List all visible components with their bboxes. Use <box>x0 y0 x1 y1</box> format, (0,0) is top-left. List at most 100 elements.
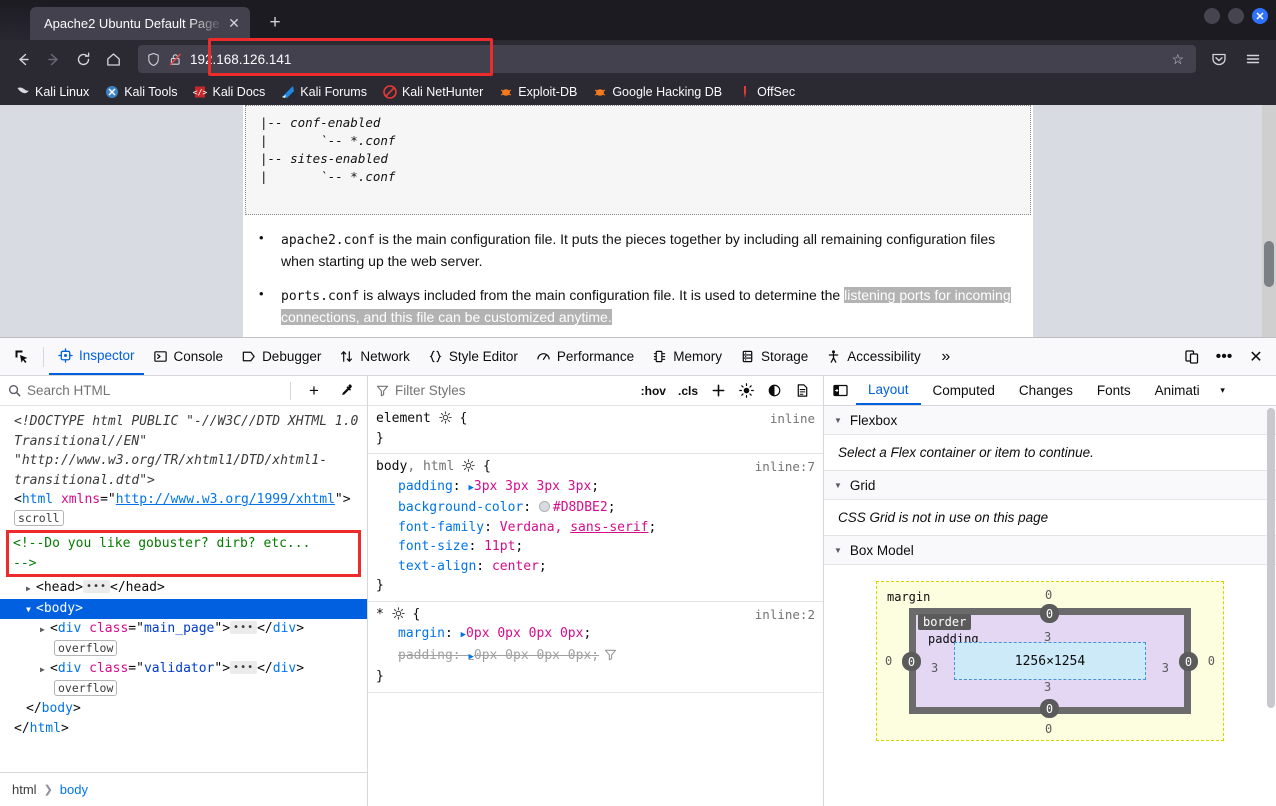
attr-value[interactable]: validator <box>144 661 214 676</box>
breadcrumb-item-body[interactable]: body <box>60 782 88 797</box>
devtools-overflow-button[interactable]: » <box>930 342 962 372</box>
property-name[interactable]: padding <box>398 479 453 494</box>
eyedropper-icon[interactable] <box>333 379 359 403</box>
expand-twisty-icon[interactable]: ▶ <box>40 620 50 640</box>
layout-tabs-overflow-icon[interactable]: ▾ <box>1212 376 1234 405</box>
dom-tree[interactable]: <!DOCTYPE html PUBLIC "-//W3C//DTD XHTML… <box>0 406 367 772</box>
rule-selector[interactable]: element <box>376 411 431 426</box>
box-model-content-region[interactable]: 1256×1254 <box>954 642 1146 680</box>
child-node-main-page[interactable]: ▶ <div class="main_page"> ••• </div> <box>0 619 367 640</box>
declaration[interactable]: background-color: #D8DBE2; <box>376 498 815 518</box>
property-value[interactable]: center <box>492 559 539 574</box>
bookmark-kali-forums[interactable]: Kali Forums <box>275 83 373 101</box>
border-left-value[interactable]: 0 <box>902 652 921 671</box>
overflow-badge[interactable]: overflow <box>54 679 118 696</box>
collapsed-children-ellipsis[interactable]: ••• <box>230 621 258 634</box>
content-size-label[interactable]: 1256×1254 <box>1015 654 1085 669</box>
margin-left-value[interactable]: 0 <box>885 654 892 668</box>
bookmark-kali-docs[interactable]: </> Kali Docs <box>187 83 271 101</box>
close-tab-icon[interactable]: ✕ <box>224 14 244 34</box>
rule-block-body-html[interactable]: inline:7 body, html { padding: ▶3px 3px … <box>368 454 823 602</box>
devtools-settings-menu-button[interactable]: ••• <box>1208 342 1240 372</box>
box-model-margin-region[interactable]: margin 0 0 0 0 border padding 3 3 3 3 12… <box>876 581 1224 741</box>
rule-source[interactable]: inline:7 <box>755 457 815 477</box>
tab-console[interactable]: Console <box>144 338 233 375</box>
rule-block-universal[interactable]: inline:2 * { margin: ▶0px 0px 0px 0px; p… <box>368 602 823 693</box>
page-scrollbar-thumb[interactable] <box>1264 241 1274 287</box>
tab-layout[interactable]: Layout <box>856 376 921 405</box>
property-value[interactable]: 3px 3px 3px 3px <box>474 479 591 494</box>
rule-selector[interactable]: body, html <box>376 459 454 474</box>
element-picker-icon[interactable] <box>4 342 38 372</box>
tab-debugger[interactable]: Debugger <box>232 338 330 375</box>
tab-fonts[interactable]: Fonts <box>1085 376 1143 405</box>
overflow-badge[interactable]: overflow <box>54 639 118 656</box>
close-devtools-button[interactable]: ✕ <box>1240 342 1272 372</box>
property-value[interactable]: #D8DBE2 <box>553 500 608 515</box>
property-value[interactable]: 0px 0px 0px 0px <box>474 648 591 663</box>
margin-top-value[interactable]: 0 <box>1045 588 1052 602</box>
forward-button[interactable] <box>38 44 68 74</box>
padding-bottom-value[interactable]: 3 <box>1044 680 1051 694</box>
tab-inspector[interactable]: Inspector <box>49 338 144 375</box>
app-menu-icon[interactable] <box>1238 44 1268 74</box>
layout-pane-scrollbar[interactable] <box>1266 406 1276 806</box>
section-header-box-model[interactable]: ▼ Box Model <box>824 536 1276 565</box>
attr-value[interactable]: main_page <box>144 621 214 636</box>
pocket-icon[interactable] <box>1204 44 1234 74</box>
gear-icon[interactable] <box>391 606 405 620</box>
collapsed-children-ellipsis[interactable]: ••• <box>82 580 111 593</box>
hover-pseudo-button[interactable]: :hov <box>636 384 671 398</box>
scroll-badge[interactable]: scroll <box>14 509 64 526</box>
color-swatch[interactable] <box>538 501 550 512</box>
child-node-validator[interactable]: ▶ <div class="validator"> ••• </div> <box>0 659 367 680</box>
back-button[interactable] <box>8 44 38 74</box>
property-name[interactable]: margin <box>398 626 445 641</box>
tab-storage[interactable]: Storage <box>731 338 817 375</box>
declaration[interactable]: font-family: Verdana, sans-serif; <box>376 518 815 538</box>
border-bottom-value[interactable]: 0 <box>1040 699 1059 718</box>
close-window-button[interactable]: ✕ <box>1252 8 1268 24</box>
gear-icon[interactable] <box>462 459 475 472</box>
rule-selector[interactable]: * <box>376 607 384 622</box>
tab-changes[interactable]: Changes <box>1007 376 1085 405</box>
html-open-tag-node[interactable]: <html xmlns="http://www.w3.org/1999/xhtm… <box>0 490 367 529</box>
expand-twisty-icon[interactable]: ▶ <box>26 579 36 599</box>
home-button[interactable] <box>98 44 128 74</box>
responsive-design-mode-icon[interactable] <box>1176 342 1208 372</box>
border-right-value[interactable]: 0 <box>1179 652 1198 671</box>
bookmark-star-icon[interactable]: ☆ <box>1171 51 1188 68</box>
property-name[interactable]: text-align <box>398 559 476 574</box>
collapsed-children-ellipsis[interactable]: ••• <box>230 661 258 674</box>
add-node-button[interactable]: + <box>301 379 327 403</box>
url-bar[interactable]: 192.168.126.141 ☆ <box>138 45 1196 73</box>
property-value[interactable]: Verdana, sans-serif <box>500 520 649 535</box>
print-media-icon[interactable] <box>789 379 815 403</box>
minimize-button[interactable] <box>1204 8 1220 24</box>
tab-memory[interactable]: Memory <box>643 338 731 375</box>
gear-icon[interactable] <box>438 411 452 424</box>
browser-tab[interactable]: Apache2 Ubuntu Default Page ✕ <box>30 7 250 40</box>
tab-network[interactable]: Network <box>330 338 419 375</box>
maximize-button[interactable] <box>1228 8 1244 24</box>
declaration-overridden[interactable]: padding: ▶0px 0px 0px 0px; <box>376 646 815 668</box>
declaration[interactable]: padding: ▶3px 3px 3px 3px; <box>376 477 815 499</box>
dock-to-side-icon[interactable] <box>824 376 856 405</box>
padding-left-value[interactable]: 3 <box>931 661 938 675</box>
body-node-selected[interactable]: ▼ <body> <box>0 598 367 620</box>
bookmark-exploit-db[interactable]: Exploit-DB <box>493 83 583 101</box>
bookmark-kali-tools[interactable]: Kali Tools <box>99 83 183 101</box>
expand-twisty-icon[interactable]: ▶ <box>40 660 50 680</box>
property-name[interactable]: background-color <box>398 500 523 515</box>
declaration[interactable]: text-align: center; <box>376 557 815 577</box>
new-tab-button[interactable]: + <box>260 8 290 38</box>
moon-icon[interactable] <box>761 379 787 403</box>
shield-icon[interactable] <box>146 52 161 67</box>
rule-block-element[interactable]: inline element { } <box>368 406 823 454</box>
page-scrollbar[interactable] <box>1262 105 1276 337</box>
padding-right-value[interactable]: 3 <box>1162 661 1169 675</box>
collapse-twisty-icon[interactable]: ▼ <box>26 600 36 620</box>
head-node[interactable]: ▶ <head> ••• </head> <box>0 578 367 599</box>
class-toggle-button[interactable]: .cls <box>673 384 703 398</box>
bookmark-kali-linux[interactable]: Kali Linux <box>10 83 95 101</box>
